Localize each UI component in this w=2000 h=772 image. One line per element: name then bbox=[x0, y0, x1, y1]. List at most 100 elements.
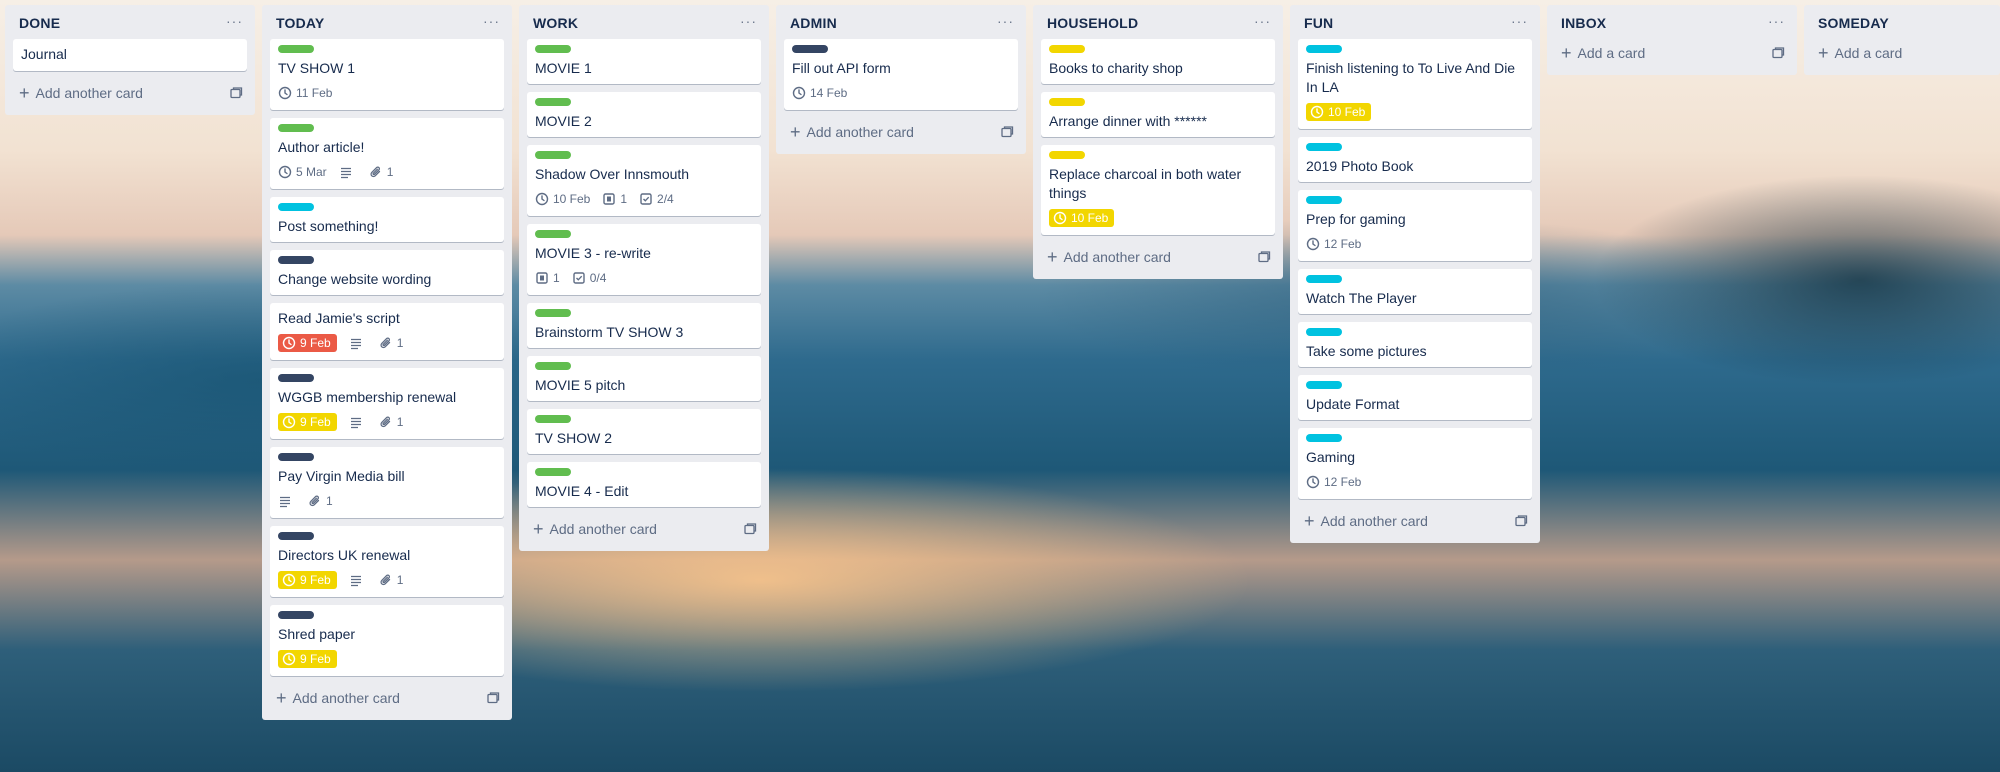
attachment-badge: 1 bbox=[369, 165, 393, 179]
card[interactable]: Change website wording bbox=[270, 250, 504, 295]
card[interactable]: Replace charcoal in both water things 10 … bbox=[1041, 145, 1275, 235]
card[interactable]: Finish listening to To Live And Die In L… bbox=[1298, 39, 1532, 129]
file-count: 1 bbox=[553, 271, 560, 285]
card-title: TV SHOW 1 bbox=[278, 60, 356, 76]
card-title: MOVIE 5 pitch bbox=[535, 377, 626, 393]
list-title[interactable]: HOUSEHOLD bbox=[1047, 15, 1138, 31]
card[interactable]: Directors UK renewal 9 Feb 1 bbox=[270, 526, 504, 597]
card[interactable]: Shred paper 9 Feb bbox=[270, 605, 504, 676]
card[interactable]: Read Jamie's script 9 Feb 1 bbox=[270, 303, 504, 360]
card[interactable]: Prep for gaming 12 Feb bbox=[1298, 190, 1532, 261]
clock-icon bbox=[792, 86, 806, 100]
card[interactable]: Journal bbox=[13, 39, 247, 71]
card-label bbox=[278, 256, 314, 264]
more-options-icon[interactable]: ··· bbox=[1254, 13, 1271, 29]
add-card-button[interactable]: + Add another card bbox=[1041, 243, 1275, 271]
card[interactable]: Arrange dinner with ****** bbox=[1041, 92, 1275, 137]
due-date-badge[interactable]: 11 Feb bbox=[278, 86, 332, 100]
plus-icon: + bbox=[19, 83, 30, 103]
clock-icon bbox=[282, 336, 296, 350]
add-card-label: Add another card bbox=[806, 124, 914, 140]
card-label bbox=[278, 374, 314, 382]
card[interactable]: MOVIE 5 pitch bbox=[527, 356, 761, 401]
more-options-icon[interactable]: ··· bbox=[226, 13, 243, 29]
add-card-button[interactable]: + Add another card bbox=[270, 684, 504, 712]
add-card-label: Add another card bbox=[35, 85, 143, 101]
due-date-badge[interactable]: 10 Feb bbox=[535, 192, 590, 206]
clock-icon bbox=[1053, 211, 1067, 225]
card-template-icon[interactable] bbox=[1000, 125, 1014, 139]
more-options-icon[interactable]: ··· bbox=[740, 13, 757, 29]
add-card-button[interactable]: + Add another card bbox=[1298, 507, 1532, 535]
list-title[interactable]: SOMEDAY bbox=[1818, 15, 1889, 31]
card[interactable]: Take some pictures bbox=[1298, 322, 1532, 367]
due-date-badge[interactable]: 9 Feb bbox=[278, 571, 337, 589]
card[interactable]: MOVIE 3 - re-write 1 0/4 bbox=[527, 224, 761, 295]
card-template-icon[interactable] bbox=[486, 691, 500, 705]
card-label bbox=[535, 45, 571, 53]
add-card-button[interactable]: + Add another card bbox=[527, 515, 761, 543]
due-date-badge[interactable]: 14 Feb bbox=[792, 86, 847, 100]
add-card-button[interactable]: + Add a card bbox=[1555, 39, 1789, 67]
card[interactable]: Update Format bbox=[1298, 375, 1532, 420]
due-date-text: 12 Feb bbox=[1324, 237, 1362, 251]
more-options-icon[interactable]: ··· bbox=[483, 13, 500, 29]
card-template-icon[interactable] bbox=[743, 522, 757, 536]
due-date-badge[interactable]: 9 Feb bbox=[278, 650, 337, 668]
list-title[interactable]: WORK bbox=[533, 15, 578, 31]
add-card-button[interactable]: + Add another card bbox=[784, 118, 1018, 146]
due-date-badge[interactable]: 12 Feb bbox=[1306, 237, 1361, 251]
due-date-text: 9 Feb bbox=[300, 573, 331, 587]
card[interactable]: Pay Virgin Media bill 1 bbox=[270, 447, 504, 518]
clock-icon bbox=[535, 192, 549, 206]
card-template-icon[interactable] bbox=[1771, 46, 1785, 60]
add-card-label: Add another card bbox=[549, 521, 657, 537]
add-card-composer: + Add a card bbox=[1818, 44, 1902, 62]
card-label bbox=[1306, 275, 1342, 283]
due-date-badge[interactable]: 9 Feb bbox=[278, 334, 337, 352]
list-someday: SOMEDAY + Add a card bbox=[1804, 5, 2000, 75]
description-badge bbox=[349, 415, 367, 429]
list-title[interactable]: INBOX bbox=[1561, 15, 1606, 31]
card[interactable]: Author article! 5 Mar 1 bbox=[270, 118, 504, 189]
due-date-badge[interactable]: 10 Feb bbox=[1049, 209, 1115, 227]
list-title[interactable]: FUN bbox=[1304, 15, 1333, 31]
list-title[interactable]: TODAY bbox=[276, 15, 324, 31]
card-template-icon[interactable] bbox=[1257, 250, 1271, 264]
card-label bbox=[535, 230, 571, 238]
card[interactable]: MOVIE 4 - Edit bbox=[527, 462, 761, 507]
card[interactable]: Brainstorm TV SHOW 3 bbox=[527, 303, 761, 348]
card[interactable]: TV SHOW 1 11 Feb bbox=[270, 39, 504, 110]
card[interactable]: Fill out API form 14 Feb bbox=[784, 39, 1018, 110]
card[interactable]: MOVIE 2 bbox=[527, 92, 761, 137]
card-label bbox=[792, 45, 828, 53]
more-options-icon[interactable]: ··· bbox=[997, 13, 1014, 29]
list-title[interactable]: DONE bbox=[19, 15, 60, 31]
due-date-badge[interactable]: 9 Feb bbox=[278, 413, 337, 431]
card[interactable]: MOVIE 1 bbox=[527, 39, 761, 84]
due-date-badge[interactable]: 10 Feb bbox=[1306, 103, 1372, 121]
card-label bbox=[535, 362, 571, 370]
card[interactable]: Post something! bbox=[270, 197, 504, 242]
more-options-icon[interactable]: ··· bbox=[1511, 13, 1528, 29]
card[interactable]: 2019 Photo Book bbox=[1298, 137, 1532, 182]
more-options-icon[interactable]: ··· bbox=[1768, 13, 1785, 29]
card[interactable]: Books to charity shop bbox=[1041, 39, 1275, 84]
due-date-badge[interactable]: 12 Feb bbox=[1306, 475, 1361, 489]
add-card-button[interactable]: + Add another card bbox=[13, 79, 247, 107]
card[interactable]: TV SHOW 2 bbox=[527, 409, 761, 454]
list-title[interactable]: ADMIN bbox=[790, 15, 837, 31]
add-card-button[interactable]: + Add a card bbox=[1812, 39, 1992, 67]
card[interactable]: Gaming 12 Feb bbox=[1298, 428, 1532, 499]
card-label bbox=[278, 453, 314, 461]
card[interactable]: Watch The Player bbox=[1298, 269, 1532, 314]
due-date-badge[interactable]: 5 Mar bbox=[278, 165, 327, 179]
file-count: 1 bbox=[620, 192, 628, 206]
card[interactable]: WGGB membership renewal 9 Feb 1 bbox=[270, 368, 504, 439]
card-template-icon[interactable] bbox=[229, 86, 243, 100]
card-title: MOVIE 3 - re-write bbox=[535, 245, 651, 261]
attachment-badge: 1 bbox=[379, 573, 403, 587]
plus-icon: + bbox=[1047, 247, 1058, 267]
card-template-icon[interactable] bbox=[1514, 514, 1528, 528]
card[interactable]: Shadow Over Innsmouth 10 Feb 1 2/4 bbox=[527, 145, 761, 216]
